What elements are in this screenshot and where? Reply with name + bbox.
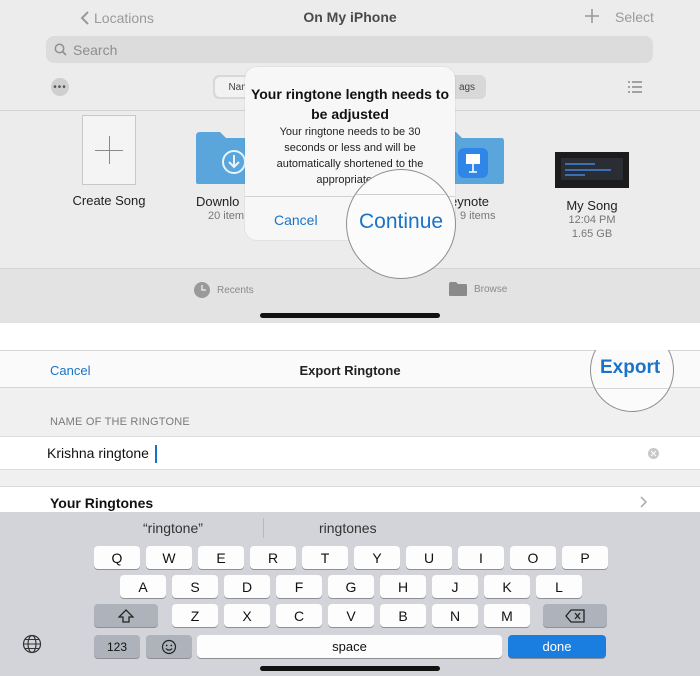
alert-title: Your ringtone length needs to be adjuste…: [250, 86, 450, 122]
home-indicator: [260, 666, 440, 671]
key-g[interactable]: G: [328, 575, 374, 598]
key-o[interactable]: O: [510, 546, 556, 569]
file-my-song[interactable]: My Song 12:04 PM 1.65 GB: [552, 115, 632, 241]
divider: [347, 194, 455, 195]
suggestion-item[interactable]: ringtones: [319, 520, 377, 536]
space-key[interactable]: space: [197, 635, 502, 658]
done-key[interactable]: done: [508, 635, 606, 658]
numbers-key[interactable]: 123: [94, 635, 140, 658]
key-u[interactable]: U: [406, 546, 452, 569]
clock-icon: [194, 282, 210, 298]
chevron-right-icon: [640, 496, 648, 508]
key-w[interactable]: W: [146, 546, 192, 569]
key-k[interactable]: K: [484, 575, 530, 598]
key-v[interactable]: V: [328, 604, 374, 627]
home-indicator: [260, 313, 440, 318]
zoom-callout: Export: [590, 350, 674, 412]
file-name: Create Song: [72, 193, 146, 208]
file-meta: 1.65 GB: [571, 228, 613, 240]
zoom-callout: Continue: [346, 169, 456, 279]
tab-browse[interactable]: Browse: [448, 281, 507, 297]
export-button[interactable]: Export: [600, 357, 660, 379]
keyboard: “ringtone” ringtones QWERTYUIOP ASDFGHJK…: [0, 512, 700, 676]
file-create-song[interactable]: Create Song: [66, 115, 152, 208]
suggestion-item[interactable]: “ringtone”: [143, 520, 203, 536]
file-meta: 12:04 PM: [568, 214, 616, 226]
export-ringtone-screen: Cancel Export Ringtone Export NAME OF TH…: [0, 350, 700, 676]
key-q[interactable]: Q: [94, 546, 140, 569]
key-t[interactable]: T: [302, 546, 348, 569]
your-ringtones-label: Your Ringtones: [50, 495, 154, 511]
key-j[interactable]: J: [432, 575, 478, 598]
more-options-icon[interactable]: •••: [51, 78, 69, 96]
search-field[interactable]: Search: [46, 36, 653, 63]
key-z[interactable]: Z: [172, 604, 218, 627]
file-name: My Song: [566, 198, 618, 213]
text-cursor: [155, 445, 157, 463]
key-n[interactable]: N: [432, 604, 478, 627]
files-app-screen: Locations On My iPhone Select Search •••…: [0, 0, 700, 323]
segment-tags[interactable]: ags: [452, 77, 482, 97]
folder-icon: [449, 282, 467, 296]
key-m[interactable]: M: [484, 604, 530, 627]
key-r[interactable]: R: [250, 546, 296, 569]
clear-text-icon[interactable]: [648, 448, 659, 459]
divider: [263, 518, 264, 538]
video-thumbnail-icon: [555, 152, 629, 188]
emoji-icon: [161, 639, 177, 654]
backspace-icon: [565, 608, 585, 623]
key-f[interactable]: F: [276, 575, 322, 598]
list-view-icon[interactable]: [628, 81, 642, 93]
tab-recents[interactable]: Recents: [193, 281, 254, 299]
search-icon: [54, 43, 67, 56]
files-nav-bar: Locations On My iPhone Select: [0, 0, 700, 36]
plus-icon: [82, 115, 136, 185]
key-h[interactable]: H: [380, 575, 426, 598]
search-placeholder: Search: [73, 41, 118, 58]
key-l[interactable]: L: [536, 575, 582, 598]
tab-bar: Recents Browse: [0, 268, 700, 323]
emoji-key[interactable]: [146, 635, 192, 658]
select-button[interactable]: Select: [615, 9, 654, 25]
tab-label: Browse: [474, 283, 508, 295]
key-s[interactable]: S: [172, 575, 218, 598]
key-a[interactable]: A: [120, 575, 166, 598]
alert-cancel-button[interactable]: Cancel: [274, 212, 318, 228]
key-p[interactable]: P: [562, 546, 608, 569]
key-b[interactable]: B: [380, 604, 426, 627]
key-c[interactable]: C: [276, 604, 322, 627]
delete-key[interactable]: [543, 604, 607, 627]
shift-key[interactable]: [94, 604, 158, 627]
key-i[interactable]: I: [458, 546, 504, 569]
tab-label: Recents: [217, 284, 254, 296]
key-e[interactable]: E: [198, 546, 244, 569]
ringtone-name-row: [0, 436, 700, 470]
key-d[interactable]: D: [224, 575, 270, 598]
section-header: NAME OF THE RINGTONE: [50, 416, 190, 428]
key-x[interactable]: X: [224, 604, 270, 627]
alert-continue-button[interactable]: Continue: [359, 210, 443, 234]
divider: [591, 388, 673, 389]
add-icon[interactable]: [584, 8, 600, 24]
ringtone-name-input[interactable]: [47, 445, 347, 461]
shift-icon: [118, 608, 134, 623]
globe-icon[interactable]: [22, 634, 42, 654]
key-y[interactable]: Y: [354, 546, 400, 569]
